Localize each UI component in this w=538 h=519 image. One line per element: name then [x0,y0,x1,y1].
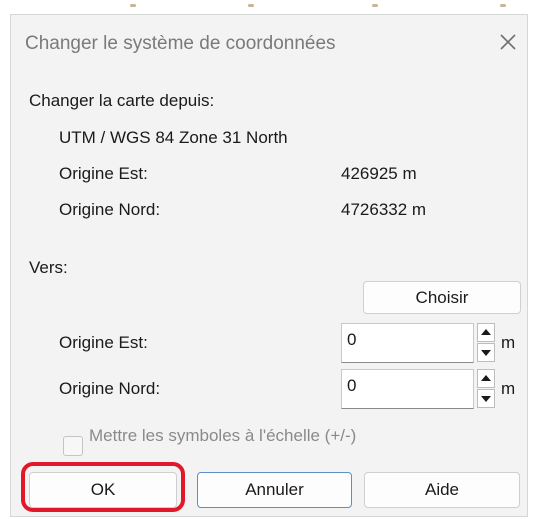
decor-dot [248,4,254,7]
to-north-label: Origine Nord: [59,379,161,398]
spin-down-button[interactable] [477,343,495,362]
ok-button[interactable]: OK [29,472,177,508]
to-north-unit: m [501,379,516,398]
close-icon [500,34,516,50]
to-north-input[interactable]: 0 [341,369,474,409]
decor-dot [130,4,136,7]
screenshot-frame: Changer le système de coordonnées Change… [0,0,538,519]
to-east-input[interactable]: 0 [341,323,474,363]
from-system-name: UTM / WGS 84 Zone 31 North [59,128,288,147]
help-button[interactable]: Aide [364,472,520,508]
spin-up-button[interactable] [477,323,495,342]
spin-up-button[interactable] [477,369,495,388]
from-east-label: Origine Est: [59,164,148,183]
dialog-title: Changer le système de coordonnées [25,33,336,54]
spin-down-button[interactable] [477,389,495,408]
background-window-strip [0,0,538,14]
from-north-label: Origine Nord: [59,200,161,219]
scale-symbols-label: Mettre les symboles à l'échelle (+/-) [89,426,357,445]
chevron-down-icon [481,350,491,356]
change-coordinate-system-dialog: Changer le système de coordonnées Change… [10,14,528,517]
cancel-button[interactable]: Annuler [197,472,352,508]
chevron-up-icon [481,375,491,381]
to-east-label: Origine Est: [59,333,148,352]
chevron-up-icon [481,329,491,335]
decor-dot [372,4,378,7]
choose-button[interactable]: Choisir [363,281,521,314]
from-heading: Changer la carte depuis: [29,91,215,110]
to-north-spinner[interactable] [476,368,496,410]
decor-dot [500,4,506,7]
chevron-down-icon [481,396,491,402]
close-button[interactable] [495,29,521,55]
scale-symbols-checkbox[interactable] [63,436,83,456]
to-east-unit: m [501,333,516,352]
to-heading: Vers: [29,258,68,277]
from-north-value: 4726332 m [341,200,427,219]
to-east-spinner[interactable] [476,322,496,364]
from-east-value: 426925 m [341,164,417,183]
